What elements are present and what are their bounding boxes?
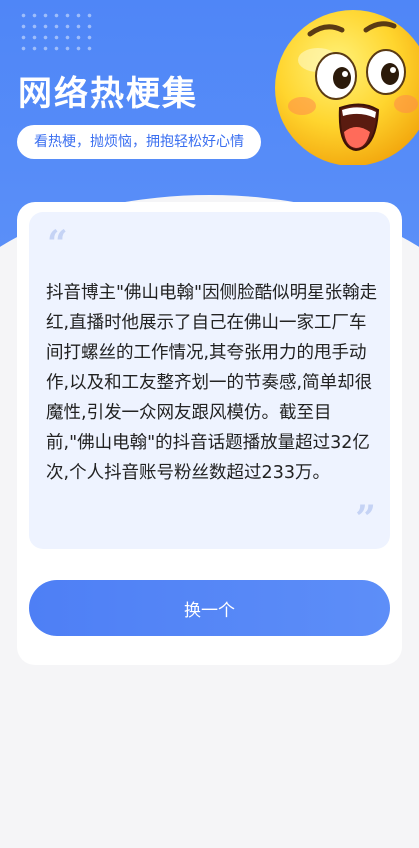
joke-text: 抖音博主"佛山电翰"因侧脸酷似明星张翰走红,直播时他展示了自己在佛山一家工厂车间… [46,283,378,483]
open-quote-icon: “ [47,223,68,265]
change-joke-button[interactable]: 换一个 [29,580,390,636]
joke-quote-box: “ 抖音博主"佛山电翰"因侧脸酷似明星张翰走红,直播时他展示了自己在佛山一家工厂… [29,212,390,549]
joke-card: “ 抖音博主"佛山电翰"因侧脸酷似明星张翰走红,直播时他展示了自己在佛山一家工厂… [17,202,402,665]
dot-pattern-decoration [18,10,98,55]
laughing-emoji-icon [275,10,419,165]
page-title: 网络热梗集 [18,74,198,114]
close-quote-icon: ” [355,498,376,540]
subtitle-pill: 看热梗，抛烦恼，拥抱轻松好心情 [17,125,261,159]
